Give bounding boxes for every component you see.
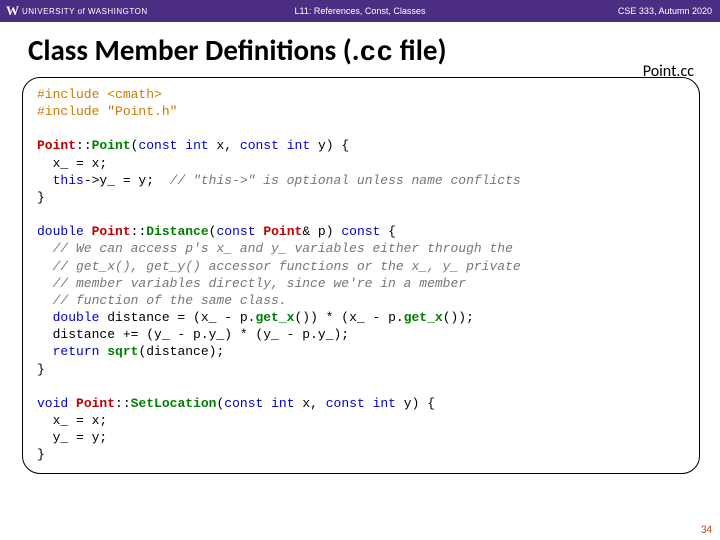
code-line: x_ = x; — [37, 156, 107, 171]
code-token: { — [380, 224, 396, 239]
code-token: this — [53, 173, 84, 188]
code-token — [37, 344, 53, 359]
code-line: distance += (y_ - p.y_) * (y_ - p.y_); — [37, 327, 349, 342]
title-suffix: file) — [393, 32, 446, 68]
lecture-title: L11: References, Const, Classes — [295, 6, 426, 16]
code-token: & p) — [302, 224, 341, 239]
code-token: double — [53, 310, 100, 325]
code-token: "Point.h" — [99, 104, 177, 119]
code-token: int — [287, 138, 310, 153]
course-label: CSE 333, Autumn 2020 — [618, 6, 712, 16]
code-token: int — [373, 396, 396, 411]
code-token: Point — [92, 224, 131, 239]
code-token: distance = (x_ - p. — [99, 310, 255, 325]
code-token: double — [37, 224, 84, 239]
code-token: :: — [115, 396, 131, 411]
code-line: } — [37, 447, 45, 462]
code-line: y_ = y; — [37, 430, 107, 445]
uw-name: UNIVERSITY of WASHINGTON — [22, 7, 148, 16]
code-comment: // We can access p's x_ and y_ variables… — [37, 241, 513, 256]
code-token: :: — [131, 224, 147, 239]
code-token: get_x — [255, 310, 294, 325]
code-token — [68, 396, 76, 411]
code-token: const — [216, 224, 255, 239]
code-token: Point — [37, 138, 76, 153]
code-token — [263, 396, 271, 411]
code-line: } — [37, 362, 45, 377]
slide-title: Class Member Definitions (.cc file) — [0, 22, 720, 71]
code-token — [365, 396, 373, 411]
uw-w-mark: W — [6, 3, 18, 19]
code-token — [84, 224, 92, 239]
code-comment: // "this->" is optional unless name conf… — [170, 173, 521, 188]
code-line: x_ = x; — [37, 413, 107, 428]
code-token: sqrt — [107, 344, 138, 359]
title-prefix: Class Member Definitions (. — [28, 32, 360, 68]
code-token: y) { — [396, 396, 435, 411]
code-token: int — [271, 396, 294, 411]
code-token: Point — [92, 138, 131, 153]
code-token: const — [138, 138, 177, 153]
code-token: x, — [209, 138, 240, 153]
code-token — [279, 138, 287, 153]
code-comment: // function of the same class. — [37, 293, 287, 308]
uw-logo: W UNIVERSITY of WASHINGTON — [0, 3, 148, 19]
code-filename: Point.cc — [643, 62, 694, 81]
code-comment: // member variables directly, since we'r… — [37, 276, 466, 291]
code-token: #include — [37, 104, 99, 119]
code-token: #include — [37, 87, 99, 102]
code-token — [37, 310, 53, 325]
code-line: } — [37, 190, 45, 205]
code-token: const — [224, 396, 263, 411]
code-token: y) { — [310, 138, 349, 153]
code-token: <cmath> — [99, 87, 161, 102]
code-token: get_x — [404, 310, 443, 325]
header-bar: W UNIVERSITY of WASHINGTON L11: Referenc… — [0, 0, 720, 22]
code-token: ()) * (x_ - p. — [294, 310, 403, 325]
code-token: return — [53, 344, 100, 359]
code-comment: // get_x(), get_y() accessor functions o… — [37, 259, 521, 274]
code-token: Point — [76, 396, 115, 411]
code-token: const — [240, 138, 279, 153]
page-number: 34 — [701, 523, 712, 536]
code-token: ()); — [443, 310, 474, 325]
title-mono: cc — [360, 38, 394, 69]
code-token: SetLocation — [131, 396, 217, 411]
code-box: #include <cmath> #include "Point.h" Poin… — [22, 77, 700, 474]
code-token: :: — [76, 138, 92, 153]
code-token: ->y_ = y; — [84, 173, 170, 188]
code-token: void — [37, 396, 68, 411]
code-token: const — [326, 396, 365, 411]
code-token: int — [185, 138, 208, 153]
code-token: Distance — [146, 224, 208, 239]
code-token: Point — [263, 224, 302, 239]
code-token — [37, 173, 53, 188]
code-token: x, — [295, 396, 326, 411]
code-token: const — [341, 224, 380, 239]
code-token: (distance); — [138, 344, 224, 359]
